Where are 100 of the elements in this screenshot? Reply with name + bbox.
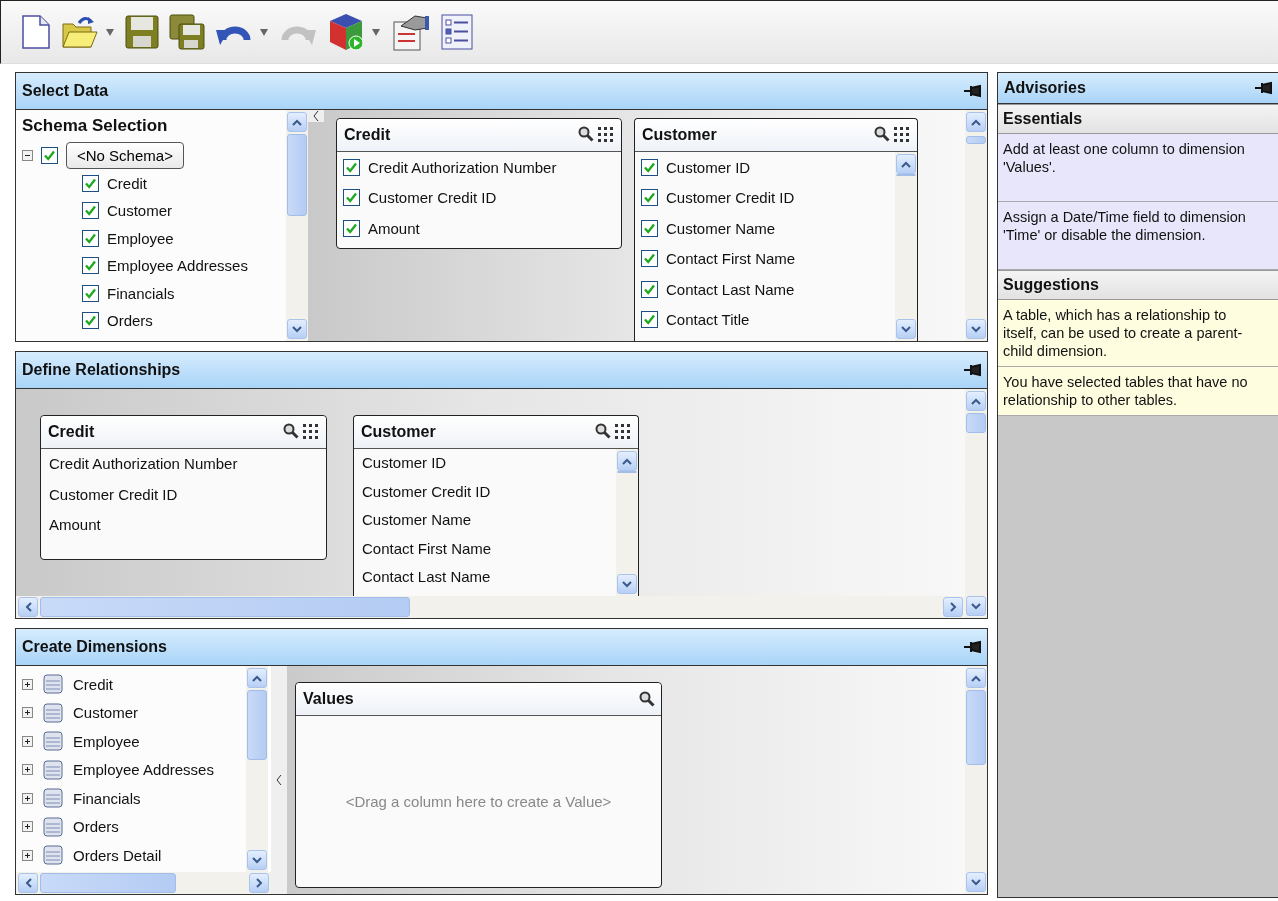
column-name[interactable]: Customer Credit ID (354, 477, 616, 506)
chevron-up-icon[interactable] (252, 674, 262, 682)
tree-item[interactable]: Orders Detail (73, 846, 162, 864)
column-name[interactable]: Customer Name (666, 219, 776, 237)
pin-icon[interactable] (963, 639, 983, 655)
scroll-right-button[interactable] (943, 597, 963, 617)
checkbox[interactable] (641, 250, 658, 268)
checkbox[interactable] (82, 284, 99, 302)
chevron-down-icon[interactable] (292, 325, 302, 333)
scroll-left-button[interactable] (18, 873, 38, 893)
chevron-up-icon[interactable] (971, 397, 981, 405)
chevron-down-icon[interactable] (252, 856, 262, 864)
scroll-up-button[interactable] (617, 451, 637, 471)
expand-icon[interactable] (22, 821, 33, 833)
vertical-scrollbar[interactable] (286, 110, 308, 341)
scroll-down-button[interactable] (247, 850, 267, 870)
column-name[interactable]: Customer ID (666, 158, 751, 176)
expand-icon[interactable] (22, 678, 33, 690)
chevron-down-icon[interactable] (901, 325, 911, 333)
checkbox[interactable] (82, 229, 99, 247)
checkbox[interactable] (41, 147, 58, 165)
tree-item[interactable]: Orders (73, 818, 119, 836)
checkbox[interactable] (82, 312, 99, 330)
dotted-grid-icon[interactable] (614, 423, 632, 441)
scroll-right-button[interactable] (249, 873, 269, 893)
chevron-down-icon[interactable] (971, 878, 981, 886)
chevron-down-icon[interactable] (971, 602, 981, 610)
checkbox[interactable] (343, 189, 360, 207)
horizontal-scrollbar[interactable] (16, 872, 271, 894)
chevron-left-icon[interactable] (24, 602, 32, 612)
magnifier-icon[interactable] (283, 423, 299, 439)
magnifier-icon[interactable] (578, 126, 594, 142)
column-name[interactable]: Customer Credit ID (41, 479, 326, 510)
checkbox[interactable] (641, 280, 658, 298)
scroll-up-button[interactable] (966, 112, 986, 132)
horizontal-scrollbar[interactable] (16, 596, 965, 618)
chevron-up-icon[interactable] (622, 457, 632, 465)
column-name[interactable]: Contact Last Name (354, 563, 616, 592)
chevron-right-icon[interactable] (949, 602, 957, 612)
expand-icon[interactable] (22, 735, 33, 747)
scroll-down-button[interactable] (287, 319, 307, 339)
caret-icon[interactable] (105, 27, 115, 37)
scroll-down-button[interactable] (617, 574, 637, 594)
scroll-down-button[interactable] (966, 319, 986, 339)
scroll-thumb[interactable] (617, 471, 637, 473)
column-name[interactable]: Contact Title (666, 311, 750, 329)
tree-item[interactable]: Employee Addresses (107, 257, 248, 275)
checkbox[interactable] (82, 202, 99, 220)
collapse-icon[interactable] (276, 774, 282, 786)
column-name[interactable]: Amount (41, 510, 326, 541)
collapse-icon[interactable] (22, 150, 33, 162)
vertical-scrollbar[interactable] (895, 152, 917, 341)
chevron-up-icon[interactable] (971, 674, 981, 682)
magnifier-icon[interactable] (595, 423, 611, 439)
tree-item[interactable]: Financials (107, 284, 175, 302)
scroll-up-button[interactable] (896, 154, 916, 174)
column-name[interactable]: Credit Authorization Number (41, 449, 326, 480)
toolbar-button[interactable] (19, 12, 53, 52)
tree-item[interactable]: Customer (73, 704, 139, 722)
checkbox[interactable] (641, 189, 658, 207)
scroll-up-button[interactable] (966, 391, 986, 411)
scroll-thumb[interactable] (896, 174, 916, 176)
caret-icon[interactable] (259, 27, 269, 37)
column-name[interactable]: Customer ID (354, 449, 616, 478)
column-name[interactable]: Contact First Name (666, 250, 796, 268)
pin-icon[interactable] (1254, 80, 1274, 96)
vertical-scrollbar[interactable] (616, 449, 638, 596)
scroll-thumb[interactable] (966, 690, 986, 765)
column-name[interactable]: Amount (368, 219, 420, 237)
scroll-left-button[interactable] (18, 597, 38, 617)
column-name[interactable]: Customer Credit ID (666, 189, 795, 207)
chevron-up-icon[interactable] (971, 118, 981, 126)
column-name[interactable]: Customer Name (354, 506, 616, 535)
expand-icon[interactable] (22, 849, 33, 861)
scroll-thumb[interactable] (966, 136, 986, 144)
magnifier-icon[interactable] (639, 691, 655, 707)
dotted-grid-icon[interactable] (893, 126, 911, 144)
vertical-scrollbar[interactable] (965, 389, 987, 618)
scroll-up-button[interactable] (287, 112, 307, 132)
chevron-up-icon[interactable] (901, 160, 911, 168)
tree-item[interactable]: Credit (107, 174, 147, 192)
pin-icon[interactable] (963, 362, 983, 378)
tree-item[interactable]: Employee (73, 732, 140, 750)
tree-item[interactable]: Customer (107, 202, 173, 220)
pin-icon[interactable] (963, 83, 983, 99)
vertical-scrollbar[interactable] (246, 666, 268, 872)
chevron-up-icon[interactable] (292, 118, 302, 126)
checkbox[interactable] (641, 311, 658, 329)
scroll-thumb[interactable] (40, 597, 410, 617)
checkbox[interactable] (82, 257, 99, 275)
scroll-thumb[interactable] (966, 413, 986, 433)
scroll-thumb[interactable] (40, 873, 176, 893)
tree-item[interactable]: Employee (107, 229, 174, 247)
checkbox[interactable] (641, 158, 658, 176)
scroll-up-button[interactable] (966, 668, 986, 688)
toolbar-button[interactable] (167, 12, 207, 52)
dotted-grid-icon[interactable] (597, 126, 615, 144)
scroll-down-button[interactable] (896, 319, 916, 339)
scroll-thumb[interactable] (247, 690, 267, 760)
chevron-down-icon[interactable] (971, 325, 981, 333)
